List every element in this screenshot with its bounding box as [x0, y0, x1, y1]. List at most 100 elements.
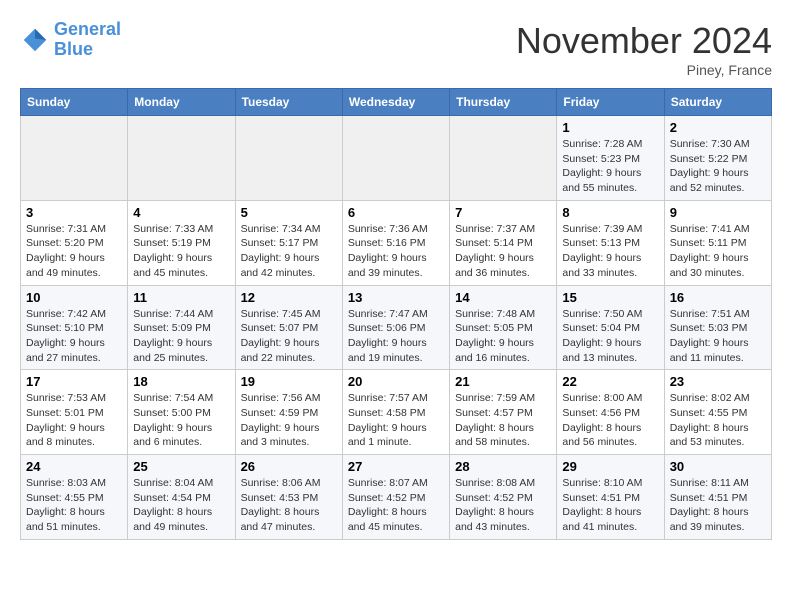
day-info: Sunrise: 7:51 AM Sunset: 5:03 PM Dayligh… — [670, 307, 766, 366]
day-info: Sunrise: 8:06 AM Sunset: 4:53 PM Dayligh… — [241, 476, 337, 535]
calendar-cell: 16 Sunrise: 7:51 AM Sunset: 5:03 PM Dayli… — [664, 285, 771, 370]
day-number: 1 — [562, 120, 658, 135]
day-info: Sunrise: 7:31 AM Sunset: 5:20 PM Dayligh… — [26, 222, 122, 281]
calendar-cell: 15Sunrise: 7:50 AM Sunset: 5:04 PM Dayli… — [557, 285, 664, 370]
calendar-cell: 23 Sunrise: 8:02 AM Sunset: 4:55 PM Dayli… — [664, 370, 771, 455]
calendar-cell: 12Sunrise: 7:45 AM Sunset: 5:07 PM Dayli… — [235, 285, 342, 370]
day-info: Sunrise: 8:02 AM Sunset: 4:55 PM Dayligh… — [670, 391, 766, 450]
day-info: Sunrise: 7:33 AM Sunset: 5:19 PM Dayligh… — [133, 222, 229, 281]
logo-icon — [20, 25, 50, 55]
day-info: Sunrise: 8:03 AM Sunset: 4:55 PM Dayligh… — [26, 476, 122, 535]
day-number: 18 — [133, 374, 229, 389]
calendar-cell: 29 Sunrise: 8:10 AM Sunset: 4:51 PM Dayli… — [557, 455, 664, 540]
day-number: 17 — [26, 374, 122, 389]
day-info: Sunrise: 7:36 AM Sunset: 5:16 PM Dayligh… — [348, 222, 444, 281]
day-info: Sunrise: 7:47 AM Sunset: 5:06 PM Dayligh… — [348, 307, 444, 366]
day-number: 5 — [241, 205, 337, 220]
page-header: General Blue November 2024 Piney, France — [20, 20, 772, 78]
day-number: 2 — [670, 120, 766, 135]
day-info: Sunrise: 7:45 AM Sunset: 5:07 PM Dayligh… — [241, 307, 337, 366]
day-number: 27 — [348, 459, 444, 474]
calendar-cell: 14Sunrise: 7:48 AM Sunset: 5:05 PM Dayli… — [450, 285, 557, 370]
day-number: 6 — [348, 205, 444, 220]
calendar-table: SundayMondayTuesdayWednesdayThursdayFrid… — [20, 88, 772, 540]
calendar-week-row: 10 Sunrise: 7:42 AM Sunset: 5:10 PM Dayli… — [21, 285, 772, 370]
calendar-cell: 13 Sunrise: 7:47 AM Sunset: 5:06 PM Dayli… — [342, 285, 449, 370]
weekday-header: Tuesday — [235, 89, 342, 116]
day-number: 19 — [241, 374, 337, 389]
logo: General Blue — [20, 20, 121, 60]
day-number: 22 — [562, 374, 658, 389]
weekday-header: Sunday — [21, 89, 128, 116]
day-info: Sunrise: 7:59 AM Sunset: 4:57 PM Dayligh… — [455, 391, 551, 450]
day-info: Sunrise: 7:28 AM Sunset: 5:23 PM Dayligh… — [562, 137, 658, 196]
day-info: Sunrise: 7:56 AM Sunset: 4:59 PM Dayligh… — [241, 391, 337, 450]
calendar-cell: 26 Sunrise: 8:06 AM Sunset: 4:53 PM Dayli… — [235, 455, 342, 540]
day-number: 21 — [455, 374, 551, 389]
day-number: 23 — [670, 374, 766, 389]
calendar-cell: 4 Sunrise: 7:33 AM Sunset: 5:19 PM Daylig… — [128, 200, 235, 285]
calendar-cell: 22 Sunrise: 8:00 AM Sunset: 4:56 PM Dayli… — [557, 370, 664, 455]
day-info: Sunrise: 7:30 AM Sunset: 5:22 PM Dayligh… — [670, 137, 766, 196]
day-number: 10 — [26, 290, 122, 305]
day-info: Sunrise: 8:04 AM Sunset: 4:54 PM Dayligh… — [133, 476, 229, 535]
calendar-cell — [450, 116, 557, 201]
day-number: 29 — [562, 459, 658, 474]
weekday-header: Friday — [557, 89, 664, 116]
day-number: 30 — [670, 459, 766, 474]
day-info: Sunrise: 7:39 AM Sunset: 5:13 PM Dayligh… — [562, 222, 658, 281]
logo-line1: General — [54, 19, 121, 39]
day-number: 26 — [241, 459, 337, 474]
calendar-cell: 9 Sunrise: 7:41 AM Sunset: 5:11 PM Daylig… — [664, 200, 771, 285]
calendar-cell: 30Sunrise: 8:11 AM Sunset: 4:51 PM Dayli… — [664, 455, 771, 540]
calendar-week-row: 24 Sunrise: 8:03 AM Sunset: 4:55 PM Dayli… — [21, 455, 772, 540]
calendar-cell: 27 Sunrise: 8:07 AM Sunset: 4:52 PM Dayli… — [342, 455, 449, 540]
weekday-header: Monday — [128, 89, 235, 116]
day-number: 8 — [562, 205, 658, 220]
calendar-cell: 24 Sunrise: 8:03 AM Sunset: 4:55 PM Dayli… — [21, 455, 128, 540]
calendar-cell — [235, 116, 342, 201]
day-info: Sunrise: 7:50 AM Sunset: 5:04 PM Dayligh… — [562, 307, 658, 366]
calendar-week-row: 1 Sunrise: 7:28 AM Sunset: 5:23 PM Daylig… — [21, 116, 772, 201]
calendar-cell: 19 Sunrise: 7:56 AM Sunset: 4:59 PM Dayli… — [235, 370, 342, 455]
month-title: November 2024 — [516, 20, 772, 62]
calendar-cell: 2 Sunrise: 7:30 AM Sunset: 5:22 PM Daylig… — [664, 116, 771, 201]
day-number: 9 — [670, 205, 766, 220]
day-info: Sunrise: 7:54 AM Sunset: 5:00 PM Dayligh… — [133, 391, 229, 450]
day-info: Sunrise: 7:53 AM Sunset: 5:01 PM Dayligh… — [26, 391, 122, 450]
day-info: Sunrise: 8:10 AM Sunset: 4:51 PM Dayligh… — [562, 476, 658, 535]
calendar-cell: 20Sunrise: 7:57 AM Sunset: 4:58 PM Dayli… — [342, 370, 449, 455]
day-info: Sunrise: 7:44 AM Sunset: 5:09 PM Dayligh… — [133, 307, 229, 366]
calendar-cell: 17 Sunrise: 7:53 AM Sunset: 5:01 PM Dayli… — [21, 370, 128, 455]
day-number: 16 — [670, 290, 766, 305]
calendar-cell: 8 Sunrise: 7:39 AM Sunset: 5:13 PM Daylig… — [557, 200, 664, 285]
day-number: 4 — [133, 205, 229, 220]
day-info: Sunrise: 8:00 AM Sunset: 4:56 PM Dayligh… — [562, 391, 658, 450]
day-info: Sunrise: 7:37 AM Sunset: 5:14 PM Dayligh… — [455, 222, 551, 281]
day-info: Sunrise: 7:42 AM Sunset: 5:10 PM Dayligh… — [26, 307, 122, 366]
calendar-cell — [21, 116, 128, 201]
day-info: Sunrise: 7:48 AM Sunset: 5:05 PM Dayligh… — [455, 307, 551, 366]
location: Piney, France — [516, 62, 772, 78]
day-number: 25 — [133, 459, 229, 474]
weekday-header: Thursday — [450, 89, 557, 116]
calendar-cell: 5Sunrise: 7:34 AM Sunset: 5:17 PM Daylig… — [235, 200, 342, 285]
calendar-week-row: 3 Sunrise: 7:31 AM Sunset: 5:20 PM Daylig… — [21, 200, 772, 285]
logo-text: General Blue — [54, 20, 121, 60]
weekday-header: Saturday — [664, 89, 771, 116]
day-number: 13 — [348, 290, 444, 305]
weekday-header: Wednesday — [342, 89, 449, 116]
calendar-cell: 3 Sunrise: 7:31 AM Sunset: 5:20 PM Daylig… — [21, 200, 128, 285]
day-info: Sunrise: 7:57 AM Sunset: 4:58 PM Dayligh… — [348, 391, 444, 450]
calendar-cell: 10 Sunrise: 7:42 AM Sunset: 5:10 PM Dayli… — [21, 285, 128, 370]
day-info: Sunrise: 8:08 AM Sunset: 4:52 PM Dayligh… — [455, 476, 551, 535]
day-number: 24 — [26, 459, 122, 474]
calendar-cell: 25 Sunrise: 8:04 AM Sunset: 4:54 PM Dayli… — [128, 455, 235, 540]
day-number: 7 — [455, 205, 551, 220]
calendar-cell: 28Sunrise: 8:08 AM Sunset: 4:52 PM Dayli… — [450, 455, 557, 540]
calendar-cell: 6 Sunrise: 7:36 AM Sunset: 5:16 PM Daylig… — [342, 200, 449, 285]
calendar-cell — [342, 116, 449, 201]
day-number: 3 — [26, 205, 122, 220]
day-info: Sunrise: 8:07 AM Sunset: 4:52 PM Dayligh… — [348, 476, 444, 535]
day-info: Sunrise: 7:41 AM Sunset: 5:11 PM Dayligh… — [670, 222, 766, 281]
